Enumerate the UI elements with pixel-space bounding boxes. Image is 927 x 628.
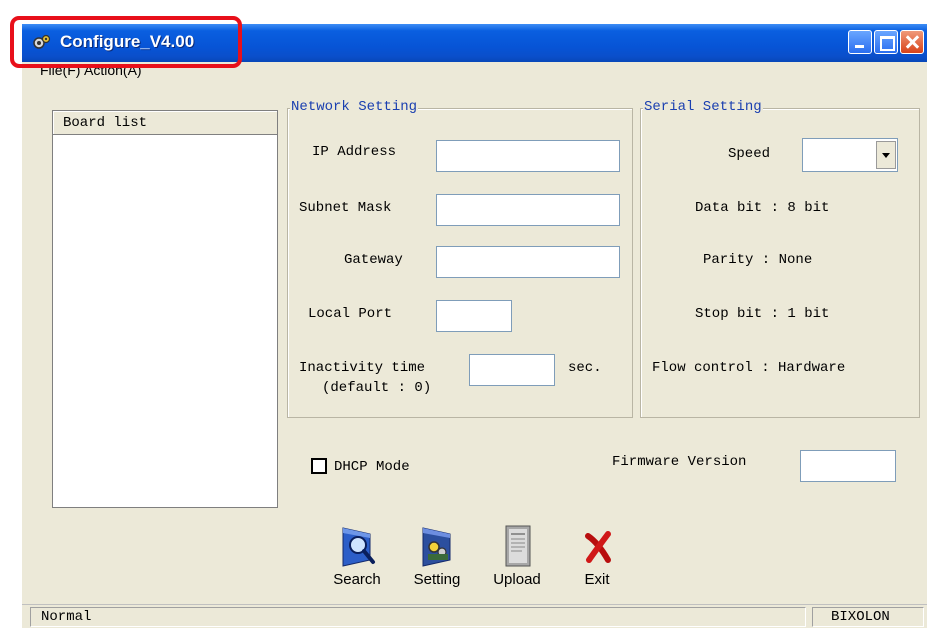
- serial-setting-legend: Serial Setting: [643, 99, 763, 115]
- subnet-mask-label: Subnet Mask: [299, 200, 392, 216]
- configure-window: Configure_V4.00 File(F) Action(A) Board …: [22, 24, 927, 628]
- speed-label: Speed: [728, 146, 771, 162]
- upload-button-label: Upload: [493, 571, 541, 588]
- local-port-label: Local Port: [308, 306, 393, 322]
- local-port-input[interactable]: [436, 300, 512, 332]
- gateway-input[interactable]: [436, 246, 620, 278]
- search-button[interactable]: Search: [325, 524, 389, 594]
- minimize-button[interactable]: [848, 30, 872, 54]
- close-button[interactable]: [900, 30, 924, 54]
- ip-address-label: IP Address: [312, 144, 397, 160]
- exit-button[interactable]: Exit: [565, 524, 629, 594]
- board-list-header-label: Board list: [63, 115, 148, 131]
- status-brand: BIXOLON: [831, 609, 890, 625]
- upload-button[interactable]: Upload: [485, 524, 549, 594]
- search-button-label: Search: [333, 571, 381, 588]
- exit-icon: [585, 531, 611, 563]
- setting-button[interactable]: Setting: [405, 524, 469, 594]
- upload-icon: [505, 525, 531, 567]
- subnet-mask-input[interactable]: [436, 194, 620, 226]
- parity-label: Parity : None: [703, 252, 813, 268]
- ip-address-input[interactable]: [436, 140, 620, 172]
- chevron-down-icon[interactable]: [876, 141, 896, 169]
- maximize-button[interactable]: [874, 30, 898, 54]
- status-text: Normal: [41, 609, 92, 625]
- inactivity-unit-label: sec.: [568, 360, 602, 376]
- exit-button-label: Exit: [584, 571, 610, 588]
- status-main-pane: Normal: [30, 607, 806, 627]
- inactivity-time-input[interactable]: [469, 354, 555, 386]
- speed-select[interactable]: [802, 138, 898, 172]
- dhcp-mode-checkbox[interactable]: [311, 458, 327, 474]
- setting-button-label: Setting: [413, 571, 461, 588]
- dhcp-mode-label[interactable]: DHCP Mode: [334, 459, 410, 475]
- inactivity-default-label: (default : 0): [322, 380, 432, 396]
- board-list[interactable]: Board list: [52, 110, 278, 508]
- data-bit-label: Data bit : 8 bit: [695, 200, 830, 216]
- title-highlight-box: [10, 16, 242, 68]
- firmware-version-label: Firmware Version: [612, 454, 747, 470]
- network-setting-legend: Network Setting: [290, 99, 419, 115]
- setting-icon: [422, 527, 451, 567]
- stop-bit-label: Stop bit : 1 bit: [695, 306, 830, 322]
- status-bar: Normal BIXOLON: [22, 604, 927, 628]
- inactivity-time-label: Inactivity time: [299, 360, 426, 376]
- flow-control-label: Flow control : Hardware: [652, 360, 846, 376]
- board-list-header[interactable]: Board list: [53, 111, 277, 135]
- status-right-pane: BIXOLON: [812, 607, 924, 627]
- search-icon: [342, 527, 375, 567]
- gateway-label: Gateway: [344, 252, 403, 268]
- firmware-version-input[interactable]: [800, 450, 896, 482]
